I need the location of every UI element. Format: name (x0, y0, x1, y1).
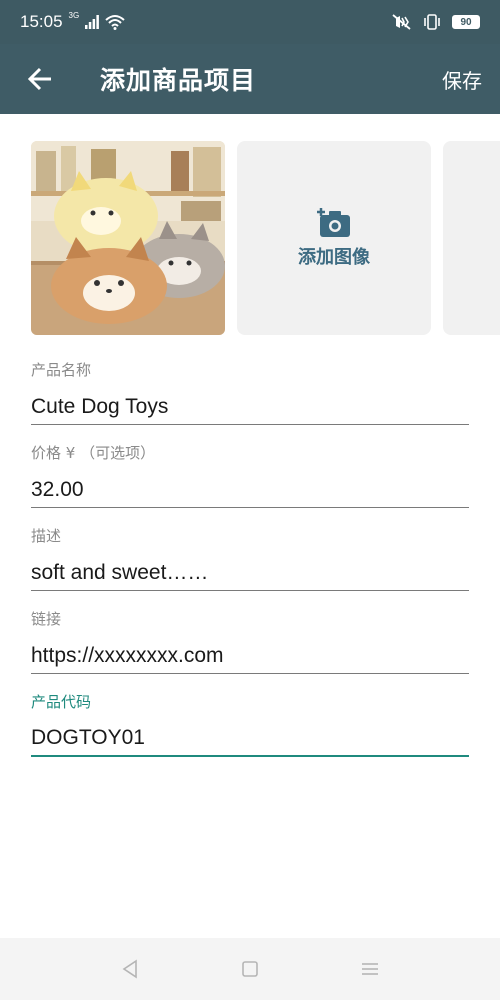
back-button[interactable] (0, 44, 80, 114)
product-code-field-group: 产品代码 (31, 687, 469, 770)
status-time: 15:05 (20, 12, 63, 31)
nav-home-button[interactable] (230, 949, 270, 989)
add-image-button[interactable]: 添加图像 (237, 141, 431, 335)
price-field-group: 价格 ¥ （可选项） (31, 438, 469, 521)
triangle-back-icon (122, 959, 137, 979)
status-bar: 15:05 3G 90 (0, 0, 500, 44)
product-name-input[interactable] (31, 389, 469, 425)
link-input[interactable] (31, 638, 469, 674)
menu-lines-icon (362, 963, 378, 975)
add-image-label: 添加图像 (298, 247, 370, 268)
description-label: 描述 (31, 527, 62, 545)
product-images-row: 添加图像 (31, 141, 500, 335)
app-bar: 添加商品项目 保存 (0, 44, 500, 114)
system-nav-bar (0, 938, 500, 1000)
product-code-input[interactable] (31, 721, 469, 757)
product-name-field-group: 产品名称 (31, 355, 469, 438)
network-type-label: 3G (68, 11, 80, 20)
description-input[interactable] (31, 555, 469, 591)
back-arrow-icon (27, 67, 51, 91)
save-button[interactable]: 保存 (442, 65, 482, 94)
battery-icon: 90 (452, 15, 480, 29)
vibrate-icon (424, 14, 440, 30)
nav-back-button[interactable] (110, 949, 150, 989)
square-home-icon (242, 961, 258, 977)
product-photo-image (31, 141, 225, 335)
link-label: 链接 (31, 610, 62, 628)
vibrate-mute-icon (392, 14, 411, 30)
signal-icon (85, 15, 100, 29)
link-field-group: 链接 (31, 604, 469, 687)
wifi-icon (105, 15, 125, 30)
status-icons-left: 3G (68, 11, 126, 30)
nav-menu-button[interactable] (350, 949, 390, 989)
product-photo[interactable] (31, 141, 225, 335)
product-code-label: 产品代码 (31, 693, 92, 711)
page-title: 添加商品项目 (100, 66, 257, 95)
price-label: 价格 ¥ （可选项） (31, 444, 156, 462)
price-input[interactable] (31, 472, 469, 508)
add-photo-icon (317, 208, 350, 237)
empty-image-slot[interactable] (443, 141, 500, 335)
product-form: 产品名称 价格 ¥ （可选项） 描述 链接 产品代码 (31, 355, 469, 770)
description-field-group: 描述 (31, 521, 469, 604)
product-name-label: 产品名称 (31, 361, 92, 379)
status-icons-right: 90 (390, 13, 480, 31)
